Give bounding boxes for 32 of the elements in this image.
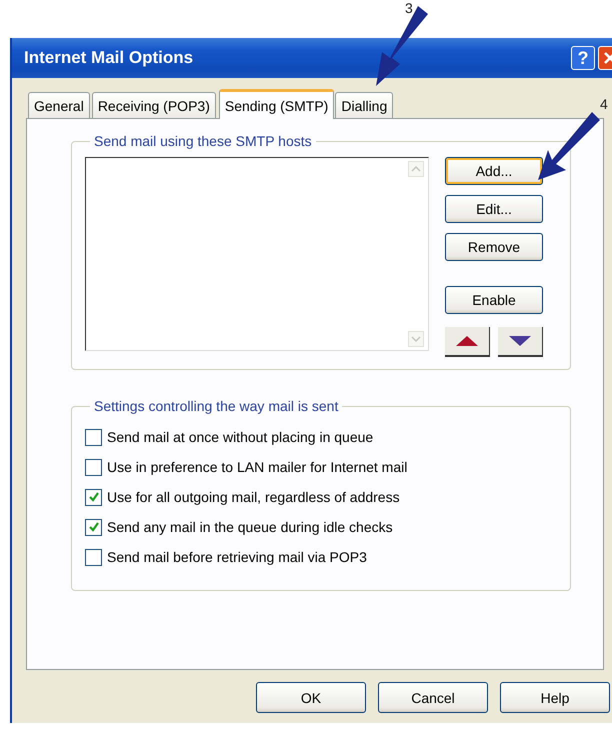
checkbox[interactable] — [85, 488, 102, 506]
group-title: Settings controlling the way mail is sent — [93, 398, 340, 414]
down-triangle-icon — [509, 336, 531, 346]
tab[interactable]: Receiving (POP3) — [92, 92, 216, 118]
dialog-button[interactable]: Help — [500, 682, 610, 713]
callout-number: 3 — [405, 0, 413, 16]
help-button[interactable]: ? — [571, 46, 595, 70]
tab[interactable]: Sending (SMTP) — [218, 89, 334, 119]
window-title: Internet Mail Options — [24, 48, 194, 68]
dialog-button[interactable]: Add... — [445, 157, 543, 185]
checkbox-label: Use in preference to LAN mailer for Internet mail — [107, 459, 408, 475]
dialog-button[interactable]: Remove — [445, 233, 543, 261]
up-triangle-icon — [456, 336, 478, 346]
checkbox-label: Send mail at once without placing in queue — [107, 429, 374, 445]
checkbox[interactable] — [85, 428, 102, 446]
checkbox-label: Send mail before retrieving mail via POP3 — [107, 549, 367, 565]
dialog-button[interactable]: OK — [256, 682, 366, 713]
dialog-button[interactable]: Edit... — [445, 195, 543, 223]
tab[interactable]: General — [28, 92, 90, 118]
checkbox[interactable] — [85, 518, 102, 536]
dialog-button[interactable]: Cancel — [378, 682, 488, 713]
group-title: Send mail using these SMTP hosts — [93, 133, 313, 149]
checkbox-label: Send any mail in the queue during idle checks — [107, 519, 393, 535]
dialog-button[interactable]: Enable — [445, 286, 543, 314]
move-down-button[interactable] — [498, 327, 543, 357]
checkbox[interactable] — [85, 458, 102, 476]
move-up-button[interactable] — [445, 327, 490, 357]
callout-number: 4 — [600, 96, 608, 112]
arrow-icon — [538, 112, 600, 180]
tab[interactable]: Dialling — [335, 92, 394, 118]
checkbox[interactable] — [85, 548, 102, 566]
checkbox-label: Use for all outgoing mail, regardless of address — [107, 489, 400, 505]
